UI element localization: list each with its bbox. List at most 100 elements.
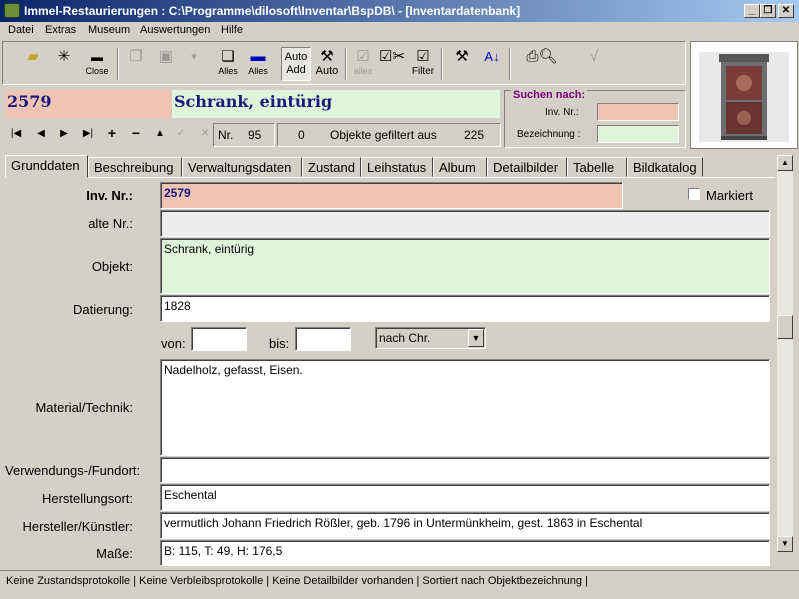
masse-label: Maße: bbox=[96, 546, 133, 561]
herstellungsort-field[interactable]: Eschental bbox=[160, 484, 770, 511]
check-all-button[interactable]: ☑ alles bbox=[351, 47, 375, 81]
close-doc-icon: ▬ bbox=[91, 50, 103, 64]
paste-button[interactable]: ▣ bbox=[155, 47, 177, 81]
auto-label: Auto bbox=[315, 65, 339, 77]
paste-icon: ▣ bbox=[158, 48, 174, 65]
record-number-value: 95 bbox=[248, 128, 262, 142]
markiert-checkbox[interactable] bbox=[688, 188, 700, 200]
confirm-button[interactable]: √ bbox=[583, 47, 605, 81]
edit-record-button[interactable]: ▲ bbox=[151, 128, 169, 142]
menu-museum[interactable]: Museum bbox=[88, 24, 130, 36]
close-button[interactable]: ✕ bbox=[778, 4, 794, 18]
cancel-record-button[interactable]: ✕ bbox=[196, 128, 214, 142]
menu-auswertungen[interactable]: Auswertungen bbox=[140, 24, 210, 36]
filtered-text: Objekte gefiltert aus bbox=[330, 128, 437, 142]
filter-count-box: 0 Objekte gefiltert aus 225 bbox=[277, 123, 501, 147]
search-inv-label: Inv. Nr.: bbox=[545, 107, 579, 118]
objekt-field[interactable]: Schrank, eintürig bbox=[160, 238, 770, 294]
next-record-button[interactable]: ▶ bbox=[55, 128, 73, 142]
first-record-button[interactable]: |◀ bbox=[7, 128, 25, 142]
record-navigator: |◀ ◀ ▶ ▶| + − ▲ ✓ ✕ Nr. 95 0 Objekte gef… bbox=[5, 121, 501, 149]
new-button[interactable]: ✳ bbox=[51, 47, 77, 81]
datierung-field[interactable]: 1828 bbox=[160, 295, 770, 322]
sort-az-button[interactable]: A↓ bbox=[481, 47, 503, 81]
title-bar: Immel-Restaurierungen : C:\Programme\dil… bbox=[0, 0, 799, 22]
cut-check-button[interactable]: ☑✂ bbox=[379, 47, 405, 81]
minimize-button[interactable]: _ bbox=[744, 4, 760, 18]
tab-verwaltungsdaten[interactable]: Verwaltungsdaten bbox=[182, 157, 302, 177]
prev-record-button[interactable]: ◀ bbox=[32, 128, 50, 142]
chevron-down-icon[interactable]: ▼ bbox=[468, 329, 484, 347]
tab-strip: Grunddaten Beschreibung Verwaltungsdaten… bbox=[5, 155, 775, 178]
tab-bildkatalog[interactable]: Bildkatalog bbox=[627, 157, 703, 177]
toolbar-separator bbox=[345, 48, 347, 80]
masse-field[interactable]: B: 115, T: 49, H: 176,5 bbox=[160, 540, 770, 566]
filter-down-button[interactable]: ▾ bbox=[185, 47, 203, 81]
von-field[interactable] bbox=[191, 327, 247, 351]
hersteller-label: Hersteller/Künstler: bbox=[22, 519, 133, 534]
auto-add-label-1: Auto bbox=[284, 51, 308, 63]
delete-record-button[interactable]: − bbox=[127, 125, 145, 141]
record-number-label: Nr. bbox=[218, 128, 234, 142]
alte-nr-field[interactable] bbox=[160, 210, 770, 237]
tab-detailbilder[interactable]: Detailbilder bbox=[487, 157, 567, 177]
copy-button[interactable]: ❐ bbox=[125, 47, 147, 81]
scroll-up-icon[interactable]: ▲ bbox=[777, 155, 793, 171]
copy-icon: ❐ bbox=[129, 48, 143, 65]
tools-grid-icon: ⚒ bbox=[455, 48, 469, 65]
scroll-thumb[interactable] bbox=[777, 315, 793, 339]
last-record-button[interactable]: ▶| bbox=[79, 128, 97, 142]
tab-zustand[interactable]: Zustand bbox=[302, 157, 361, 177]
copy-all-label: Alles bbox=[218, 66, 238, 76]
form-scrollbar[interactable]: ▲ ▼ bbox=[777, 155, 793, 552]
total-count: 225 bbox=[464, 128, 485, 142]
filter-label: Filter bbox=[411, 66, 435, 77]
toolbar: ▰ ✳ ▬ Close ❐ ▣ ▾ ❏ Alles ▬ Alles Auto A… bbox=[2, 41, 686, 85]
scroll-down-icon[interactable]: ▼ bbox=[777, 536, 793, 552]
inv-nr-field[interactable]: 2579 bbox=[160, 182, 623, 209]
tab-grunddaten[interactable]: Grunddaten bbox=[5, 155, 88, 178]
hammer-icon: ⚒ bbox=[320, 48, 334, 65]
select-all-icon: ▬ bbox=[250, 48, 266, 65]
select-all-label: Alles bbox=[248, 66, 268, 76]
auto-add-label-2: Add bbox=[286, 64, 306, 76]
menu-extras[interactable]: Extras bbox=[45, 24, 76, 36]
search-title: Suchen nach: bbox=[511, 89, 588, 101]
hersteller-field[interactable]: vermutlich Johann Friedrich Rößler, geb.… bbox=[160, 512, 770, 539]
filter-button[interactable]: ☑ Filter bbox=[409, 47, 437, 81]
alte-nr-label: alte Nr.: bbox=[88, 216, 133, 231]
copy-all-button[interactable]: ❏ Alles bbox=[215, 47, 241, 81]
material-field[interactable]: Nadelholz, gefasst, Eisen. bbox=[160, 359, 770, 456]
bis-field[interactable] bbox=[295, 327, 351, 351]
search-inv-input[interactable] bbox=[597, 103, 679, 121]
folder-icon: ▰ bbox=[27, 48, 39, 65]
restore-button[interactable]: ❐ bbox=[760, 4, 776, 18]
menu-hilfe[interactable]: Hilfe bbox=[221, 24, 243, 36]
tab-album[interactable]: Album bbox=[433, 157, 487, 177]
datierung-label: Datierung: bbox=[73, 302, 133, 317]
object-photo bbox=[699, 52, 789, 142]
select-all-button[interactable]: ▬ Alles bbox=[245, 47, 271, 81]
auto-button[interactable]: ⚒ Auto bbox=[313, 47, 341, 81]
fundort-field[interactable] bbox=[160, 457, 770, 483]
copy-all-icon: ❏ bbox=[221, 48, 235, 65]
object-photo-frame[interactable] bbox=[690, 41, 798, 149]
inv-nr-label: Inv. Nr.: bbox=[86, 188, 133, 203]
auto-add-button[interactable]: Auto Add bbox=[281, 47, 311, 81]
search-bez-input[interactable] bbox=[597, 125, 679, 143]
sort-az-icon: A↓ bbox=[484, 49, 500, 64]
status-bar: Keine Zustandsprotokolle | Keine Verblei… bbox=[0, 570, 799, 592]
tools-grid-button[interactable]: ⚒ bbox=[449, 47, 475, 81]
tab-tabelle[interactable]: Tabelle bbox=[567, 157, 627, 177]
era-select[interactable]: nach Chr. ▼ bbox=[375, 327, 486, 349]
post-record-button[interactable]: ✓ bbox=[172, 128, 190, 142]
objekt-label: Objekt: bbox=[91, 259, 133, 274]
print-preview-button[interactable]: ⎙🔍︎ bbox=[517, 47, 567, 81]
tab-beschreibung[interactable]: Beschreibung bbox=[88, 157, 182, 177]
open-button[interactable]: ▰ bbox=[21, 47, 45, 81]
tab-leihstatus[interactable]: Leihstatus bbox=[361, 157, 433, 177]
close-doc-button[interactable]: ▬ Close bbox=[83, 47, 111, 81]
record-number-box: Nr. 95 bbox=[213, 123, 275, 147]
menu-datei[interactable]: Datei bbox=[8, 24, 34, 36]
add-record-button[interactable]: + bbox=[103, 125, 121, 141]
